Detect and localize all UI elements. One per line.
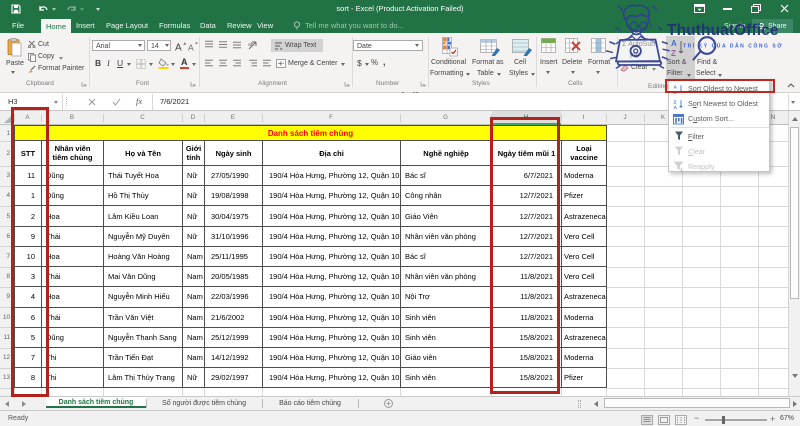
svg-text:ThuthuatOffice: ThuthuatOffice — [667, 22, 779, 39]
svg-text:A: A — [674, 105, 678, 109]
svg-text:TRÍ KỶ CỦA DÂN CÔNG SỞ: TRÍ KỶ CỦA DÂN CÔNG SỞ — [683, 42, 783, 50]
svg-text:A: A — [188, 43, 194, 53]
svg-text:ab: ab — [248, 42, 254, 48]
svg-text:Z: Z — [674, 100, 677, 106]
svg-text:A: A — [175, 43, 182, 53]
